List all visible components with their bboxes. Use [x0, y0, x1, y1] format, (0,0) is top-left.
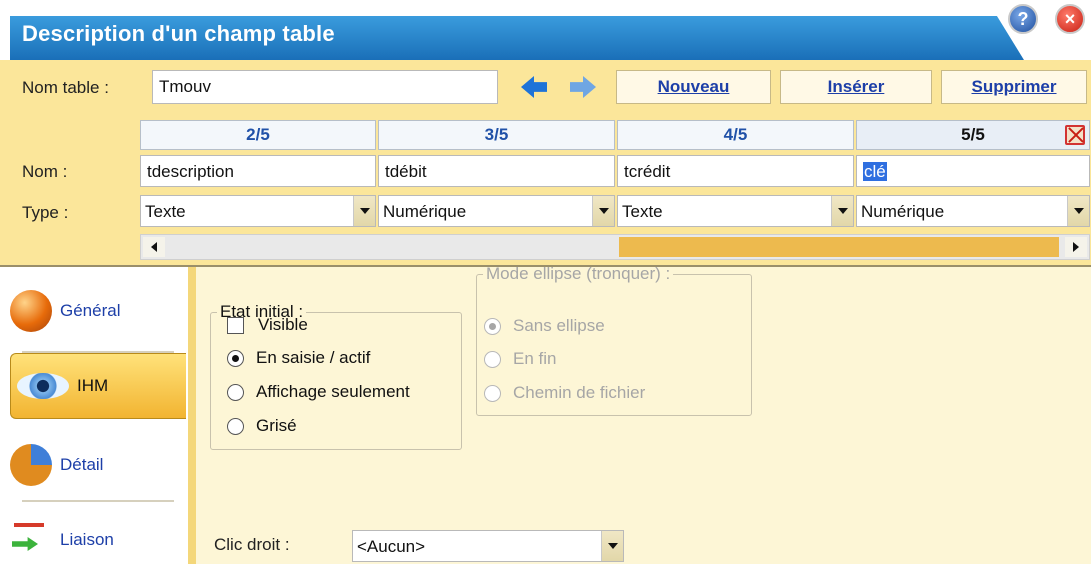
table-name-input[interactable]: Tmouv: [152, 70, 498, 104]
en-fin-radio-option[interactable]: En fin: [484, 349, 556, 369]
column-head-active[interactable]: 5/5: [856, 120, 1090, 150]
new-button[interactable]: Nouveau: [616, 70, 771, 104]
radio-button[interactable]: [484, 317, 501, 335]
chevron-down-icon[interactable]: [1067, 196, 1089, 226]
tab-liaison[interactable]: Liaison: [10, 517, 186, 563]
tab-ihm[interactable]: IHM: [10, 353, 186, 419]
previous-button[interactable]: [514, 71, 554, 103]
chevron-down-icon[interactable]: [831, 196, 853, 226]
arrow-left-icon: [521, 76, 547, 98]
close-icon[interactable]: ×: [1055, 4, 1085, 34]
table-name-label: Nom table :: [22, 78, 109, 97]
option-label: Chemin de fichier: [513, 383, 646, 402]
option-label: Affichage seulement: [256, 382, 410, 401]
mode-ellipse-legend: Mode ellipse (tronquer) :: [486, 264, 671, 283]
radio-button[interactable]: [484, 384, 501, 402]
option-label: En fin: [513, 349, 557, 368]
delete-button[interactable]: Supprimer: [941, 70, 1087, 104]
nom-field[interactable]: tcrédit: [617, 155, 854, 187]
tab-detail[interactable]: Détail: [10, 435, 186, 495]
radio-button[interactable]: [227, 349, 244, 367]
nom-field[interactable]: tdescription: [140, 155, 376, 187]
option-label: Visible: [258, 315, 308, 334]
pie-icon: [10, 444, 52, 486]
option-label: Sans ellipse: [513, 316, 605, 335]
type-select-value: Texte: [622, 202, 663, 221]
type-select-value: Numérique: [861, 202, 945, 221]
type-select-value: Texte: [145, 202, 186, 221]
type-select[interactable]: Texte: [617, 195, 854, 227]
insert-button[interactable]: Insérer: [780, 70, 932, 104]
nom-field[interactable]: tdébit: [378, 155, 615, 187]
visible-checkbox-option[interactable]: Visible: [227, 315, 308, 335]
general-orb-icon: [10, 290, 52, 332]
radio-button[interactable]: [227, 383, 244, 401]
tab-panel-edge: [188, 267, 196, 564]
tab-general[interactable]: Général: [10, 281, 186, 341]
scroll-thumb[interactable]: [619, 237, 1059, 257]
option-label: En saisie / actif: [256, 348, 371, 367]
horizontal-scrollbar[interactable]: [140, 234, 1090, 260]
link-icon: [10, 519, 52, 561]
window-title: Description d'un champ table: [22, 21, 335, 46]
clic-droit-select[interactable]: <Aucun>: [352, 530, 624, 562]
scroll-left-button[interactable]: [143, 237, 165, 257]
visible-checkbox[interactable]: [227, 316, 244, 334]
grise-radio-option[interactable]: Grisé: [227, 416, 297, 436]
clic-droit-label: Clic droit :: [214, 535, 290, 554]
clic-droit-value: <Aucun>: [357, 537, 426, 556]
tab-label: Liaison: [60, 530, 114, 549]
type-select[interactable]: Texte: [140, 195, 376, 227]
chevron-down-icon[interactable]: [601, 531, 623, 561]
column-head-label: 5/5: [961, 125, 985, 144]
column-head[interactable]: 2/5: [140, 120, 376, 150]
affichage-radio-option[interactable]: Affichage seulement: [227, 382, 410, 402]
chemin-radio-option[interactable]: Chemin de fichier: [484, 383, 645, 403]
nom-field-active[interactable]: clé: [856, 155, 1090, 187]
radio-button[interactable]: [484, 350, 501, 368]
chevron-down-icon[interactable]: [592, 196, 614, 226]
column-head[interactable]: 4/5: [617, 120, 854, 150]
chevron-down-icon[interactable]: [353, 196, 375, 226]
radio-button[interactable]: [227, 417, 244, 435]
en-saisie-radio-option[interactable]: En saisie / actif: [227, 348, 370, 368]
nom-label: Nom :: [22, 162, 68, 181]
help-icon[interactable]: ?: [1008, 4, 1038, 34]
tab-separator: [22, 500, 174, 502]
scroll-right-button[interactable]: [1065, 237, 1087, 257]
delete-column-icon[interactable]: [1065, 125, 1085, 145]
option-label: Grisé: [256, 416, 297, 435]
tab-label: Détail: [60, 455, 104, 474]
selected-text: clé: [863, 162, 887, 181]
next-button[interactable]: [563, 71, 603, 103]
type-label: Type :: [22, 203, 69, 222]
column-head[interactable]: 3/5: [378, 120, 615, 150]
tab-label: IHM: [77, 376, 109, 395]
sans-ellipse-radio-option[interactable]: Sans ellipse: [484, 316, 605, 336]
side-tabs: Général IHM Détail Liaison: [0, 267, 190, 564]
tab-label: Général: [60, 301, 121, 320]
type-select[interactable]: Numérique: [378, 195, 615, 227]
eye-icon: [17, 373, 69, 399]
arrow-right-icon: [570, 76, 596, 98]
type-select-value: Numérique: [383, 202, 467, 221]
type-select[interactable]: Numérique: [856, 195, 1090, 227]
